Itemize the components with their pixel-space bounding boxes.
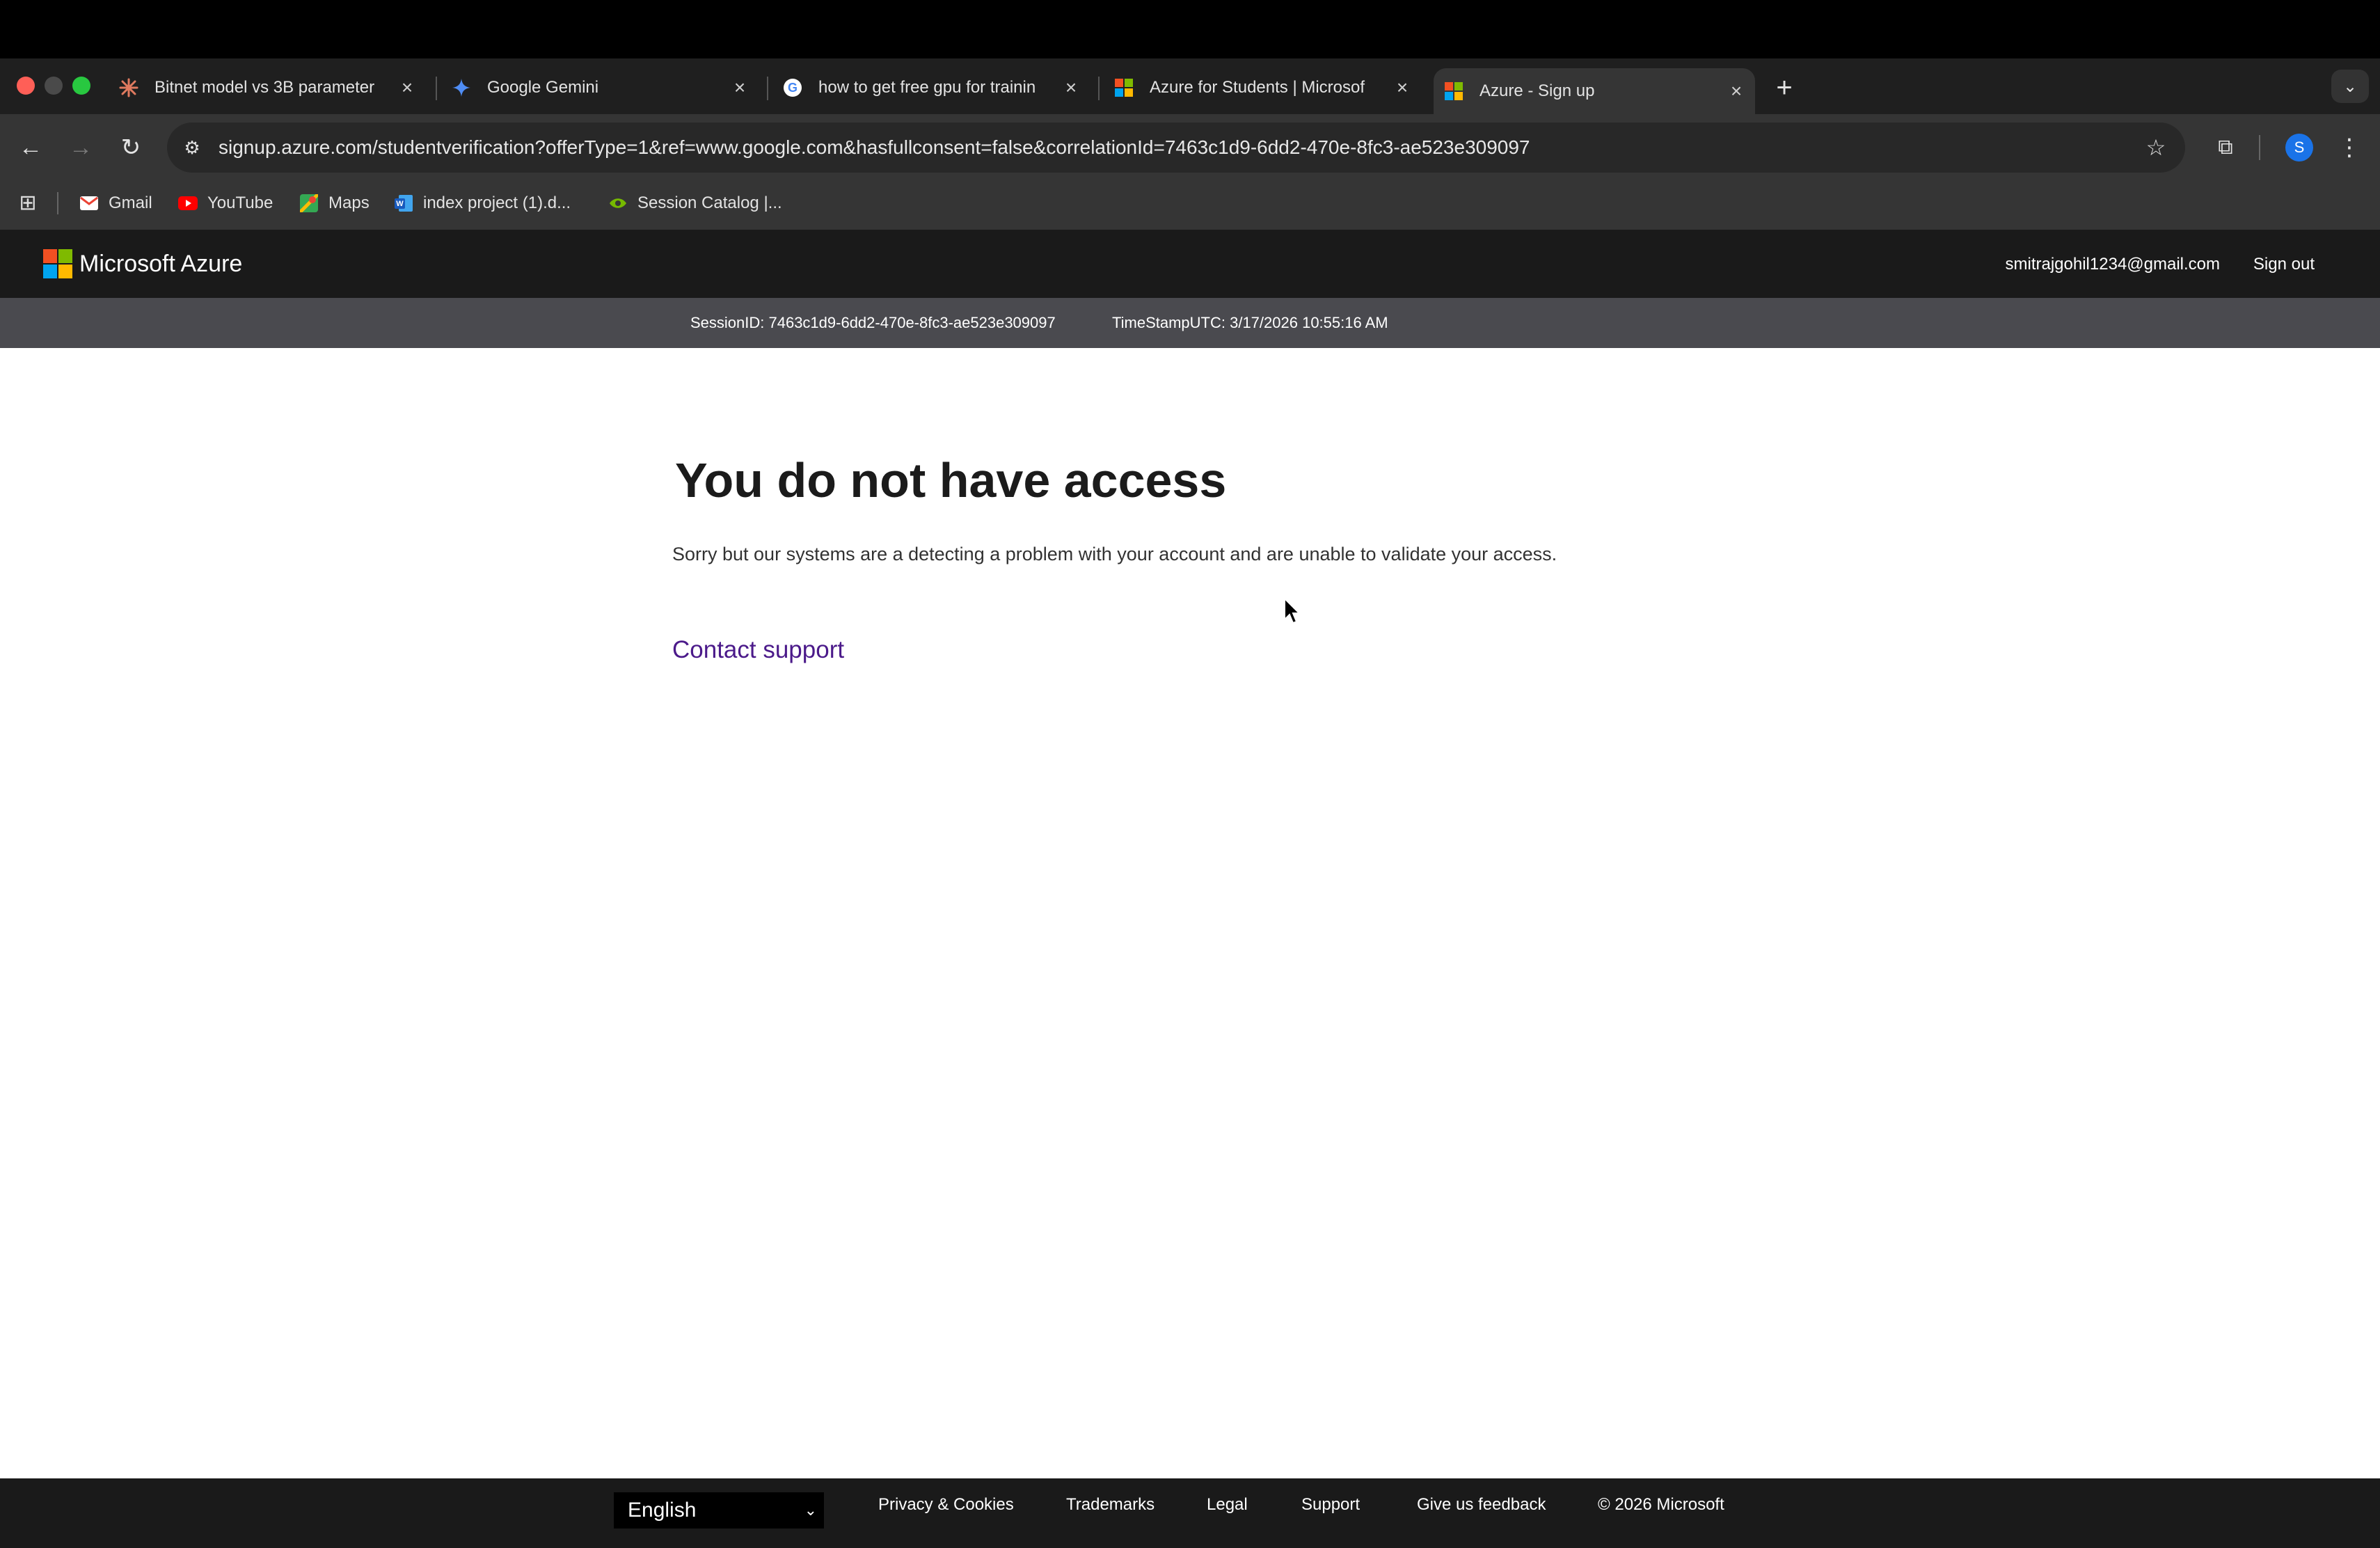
apps-grid-icon[interactable]: ⊞: [15, 191, 40, 216]
new-tab-plus-icon[interactable]: +: [1770, 74, 1798, 102]
bookmark-gmail[interactable]: Gmail: [79, 189, 152, 217]
tab-title: how to get free gpu for trainin: [818, 78, 1036, 97]
bookmarks-separator: [57, 192, 58, 214]
tab-close-icon[interactable]: ×: [729, 77, 750, 98]
contact-support-link[interactable]: Contact support: [672, 631, 844, 670]
azure-brand-title[interactable]: Microsoft Azure: [79, 245, 242, 283]
word-doc-icon: W: [394, 194, 413, 213]
site-settings-icon[interactable]: ⚙: [178, 134, 206, 161]
svg-text:W: W: [396, 200, 404, 208]
screen-top-bar: [0, 0, 2380, 58]
bookmark-star-icon[interactable]: ☆: [2141, 132, 2171, 163]
reload-icon[interactable]: ↻: [116, 132, 146, 163]
microsoft-logo-icon[interactable]: [43, 249, 72, 278]
bookmark-label: Session Catalog |...: [637, 194, 782, 212]
youtube-icon: [178, 194, 198, 213]
browser-tab-azure-signup[interactable]: Azure - Sign up ×: [1434, 68, 1755, 114]
tab-close-icon[interactable]: ×: [1392, 77, 1413, 98]
forward-arrow-icon[interactable]: →: [65, 132, 96, 163]
nvidia-icon: [608, 194, 628, 213]
toolbar-separator: [2259, 135, 2260, 160]
footer-link-privacy[interactable]: Privacy & Cookies: [878, 1492, 1014, 1517]
timestamp-text: TimeStampUTC: 3/17/2026 10:55:16 AM: [1112, 314, 1388, 331]
microsoft-logo-icon: [1113, 77, 1134, 98]
bookmark-label: Gmail: [109, 194, 152, 212]
window-close-button[interactable]: [17, 77, 35, 95]
tab-title: Azure for Students | Microsof: [1150, 78, 1365, 97]
url-text[interactable]: signup.azure.com/studentverification?off…: [219, 134, 1530, 161]
tab-close-icon[interactable]: ×: [1726, 80, 1747, 102]
microsoft-logo-icon: [1443, 81, 1464, 102]
footer-link-trademarks[interactable]: Trademarks: [1066, 1492, 1155, 1517]
tab-separator: [436, 77, 437, 100]
bookmark-label: YouTube: [207, 194, 273, 212]
maps-icon: [299, 194, 319, 213]
browser-tab-bitnet[interactable]: Bitnet model vs 3B parameter ×: [118, 67, 418, 109]
mouse-pointer-icon: [1284, 597, 1301, 624]
language-value: English: [628, 1499, 697, 1522]
main-content: [0, 348, 2380, 1478]
footer-link-support[interactable]: Support: [1301, 1492, 1360, 1517]
footer-copyright: © 2026 Microsoft: [1598, 1495, 1724, 1514]
tab-search-chevron-icon[interactable]: ⌄: [2331, 70, 2369, 103]
tab-title: Google Gemini: [487, 78, 599, 97]
bookmark-index-project[interactable]: W index project (1).d...: [394, 189, 571, 217]
azure-footer: [0, 1478, 2380, 1548]
bookmark-youtube[interactable]: YouTube: [178, 189, 273, 217]
language-select[interactable]: English ⌄: [614, 1492, 824, 1529]
browser-tab-google-search[interactable]: G how to get free gpu for trainin ×: [782, 67, 1081, 109]
back-arrow-icon[interactable]: ←: [15, 132, 46, 163]
session-id-text: SessionID: 7463c1d9-6dd2-470e-8fc3-ae523…: [690, 314, 1056, 331]
profile-avatar[interactable]: S: [2285, 134, 2313, 161]
window-minimize-button[interactable]: [45, 77, 63, 95]
bookmark-maps[interactable]: Maps: [299, 189, 370, 217]
google-g-icon: G: [782, 77, 803, 98]
browser-menu-icon[interactable]: ⋮: [2335, 132, 2363, 163]
gmail-icon: [79, 194, 99, 213]
gemini-sparkle-icon: [451, 77, 472, 98]
svg-text:G: G: [788, 81, 798, 95]
browser-tab-gemini[interactable]: Google Gemini ×: [451, 67, 750, 109]
tab-title: Bitnet model vs 3B parameter: [154, 78, 375, 97]
tab-separator: [767, 77, 768, 100]
bookmark-label: index project (1).d...: [423, 194, 571, 212]
extensions-puzzle-icon[interactable]: ⧉: [2210, 132, 2241, 163]
chevron-down-icon: ⌄: [804, 1501, 817, 1519]
page-title: You do not have access: [675, 453, 1227, 507]
tab-title: Azure - Sign up: [1479, 81, 1595, 100]
footer-link-feedback[interactable]: Give us feedback: [1417, 1492, 1546, 1517]
error-message: Sorry but our systems are a detecting a …: [672, 544, 1557, 564]
browser-tab-azure-students[interactable]: Azure for Students | Microsof ×: [1113, 67, 1413, 109]
sign-out-link[interactable]: Sign out: [2253, 251, 2315, 278]
account-email: smitrajgohil1234@gmail.com: [2005, 255, 2220, 274]
bookmark-session-catalog[interactable]: Session Catalog |...: [608, 189, 782, 217]
footer-link-legal[interactable]: Legal: [1207, 1492, 1248, 1517]
tab-separator: [1098, 77, 1100, 100]
asterisk-icon: [118, 77, 139, 98]
bookmark-label: Maps: [328, 194, 370, 212]
tab-close-icon[interactable]: ×: [1061, 77, 1081, 98]
window-maximize-button[interactable]: [72, 77, 90, 95]
tab-close-icon[interactable]: ×: [397, 77, 418, 98]
